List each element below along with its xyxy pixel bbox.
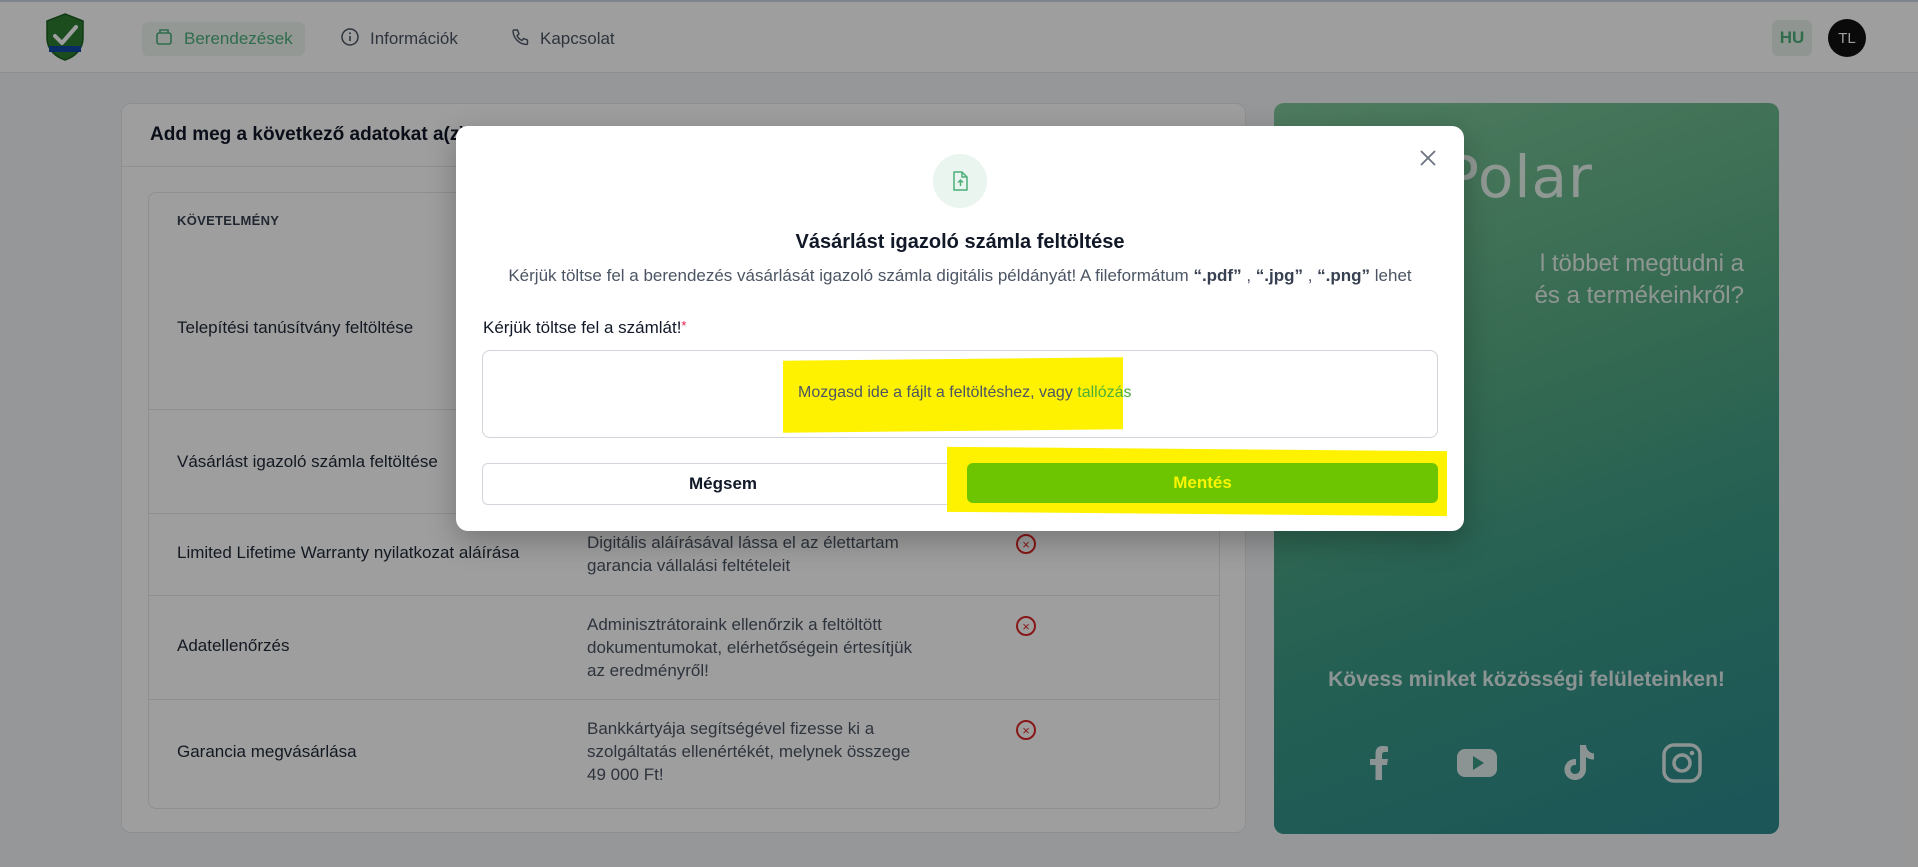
invoice-field-label: Kérjük töltse fel a számlát!* xyxy=(483,318,686,338)
cancel-button[interactable]: Mégsem xyxy=(482,463,964,505)
format-png: “.png” xyxy=(1317,266,1371,285)
subtitle-suffix: lehet xyxy=(1374,266,1412,285)
browse-link[interactable]: tallózás xyxy=(1077,384,1131,401)
close-icon[interactable] xyxy=(1416,146,1440,170)
dropzone-instruction: Mozgasd ide a fájlt a feltöltéshez, vagy xyxy=(798,384,1073,401)
format-pdf: “.pdf” xyxy=(1193,266,1242,285)
field-label-text: Kérjük töltse fel a számlát! xyxy=(483,318,682,337)
file-upload-icon xyxy=(933,154,987,208)
save-button[interactable]: Mentés xyxy=(967,463,1438,503)
dropzone-text: Mozgasd ide a fájlt a feltöltéshez, vagy… xyxy=(798,384,1132,402)
modal-subtitle: Kérjük töltse fel a berendezés vásárlásá… xyxy=(508,266,1412,285)
file-dropzone[interactable]: Mozgasd ide a fájlt a feltöltéshez, vagy… xyxy=(482,350,1438,438)
subtitle-text: Kérjük töltse fel a berendezés vásárlásá… xyxy=(508,266,1189,285)
format-jpg: “.jpg” xyxy=(1255,266,1303,285)
required-mark: * xyxy=(681,318,687,333)
modal-title: Vásárlást igazoló számla feltöltése xyxy=(795,231,1125,253)
upload-invoice-modal: Vásárlást igazoló számla feltöltése Kérj… xyxy=(456,126,1464,531)
